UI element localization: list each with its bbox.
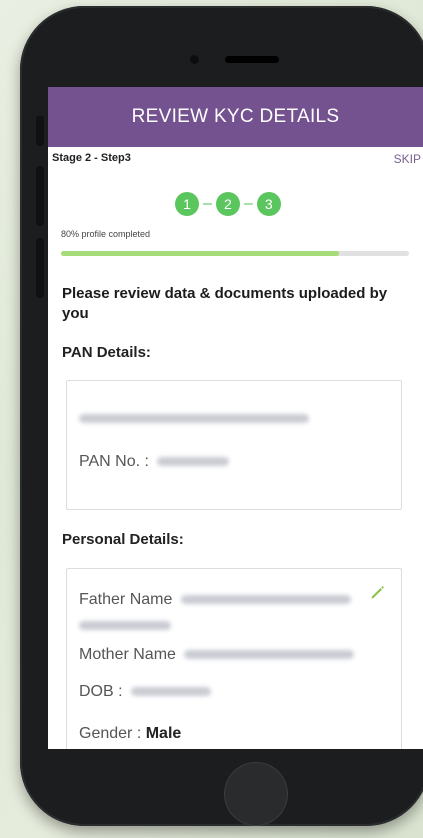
gender-field: Gender : Male xyxy=(79,725,181,743)
step-3: 3 xyxy=(256,192,281,216)
profile-progress-bar xyxy=(61,251,409,256)
gender-value: Male xyxy=(145,725,182,742)
redacted-father-name xyxy=(180,595,351,605)
personal-section-title: Personal Details: xyxy=(62,531,184,548)
review-instructions: Please review data & documents uploaded … xyxy=(62,285,388,322)
personal-card: Father Name Mother Name DOB : Gender : M… xyxy=(66,568,402,749)
pencil-icon[interactable] xyxy=(369,583,387,606)
step-1: 1 xyxy=(175,192,199,216)
front-camera xyxy=(190,55,199,64)
step-connector: – xyxy=(243,195,253,212)
gender-label: Gender : xyxy=(79,725,142,742)
progress-fill xyxy=(61,251,340,256)
earpiece-speaker xyxy=(225,56,279,63)
step-2: 2 xyxy=(215,192,240,216)
redacted-name xyxy=(79,414,309,423)
page-title: REVIEW KYC DETAILS xyxy=(131,106,340,127)
redacted-mother-name xyxy=(184,650,355,660)
redacted-dob xyxy=(131,687,212,697)
pan-number-label: PAN No. : xyxy=(79,453,149,470)
father-name-label: Father Name xyxy=(79,591,173,608)
pan-number-field: PAN No. : xyxy=(79,453,230,471)
pan-card: PAN No. : xyxy=(66,380,402,510)
stage-label: Stage 2 - Step3 xyxy=(52,152,131,164)
app-header: REVIEW KYC DETAILS xyxy=(48,87,423,147)
volume-up-button xyxy=(36,166,44,226)
redacted-father-surname xyxy=(79,621,171,631)
stage-row: Stage 2 - Step3 SKIP xyxy=(48,147,423,169)
father-name-field: Father Name xyxy=(79,587,369,639)
skip-button[interactable]: SKIP xyxy=(394,152,421,166)
mother-name-label: Mother Name xyxy=(79,646,176,663)
progress-label: 80% profile completed xyxy=(61,229,151,239)
dob-label: DOB : xyxy=(79,683,123,700)
mother-name-field: Mother Name xyxy=(79,646,355,664)
app-screen: REVIEW KYC DETAILS Stage 2 - Step3 SKIP … xyxy=(48,87,423,749)
step-connector: – xyxy=(203,195,212,212)
dob-field: DOB : xyxy=(79,683,212,701)
pan-section-title: PAN Details: xyxy=(62,344,151,361)
redacted-pan-number xyxy=(157,457,230,467)
mute-switch xyxy=(36,116,44,146)
step-indicator: 1 – 2 – 3 xyxy=(175,192,281,216)
volume-down-button xyxy=(36,238,44,298)
home-button[interactable] xyxy=(224,762,288,826)
